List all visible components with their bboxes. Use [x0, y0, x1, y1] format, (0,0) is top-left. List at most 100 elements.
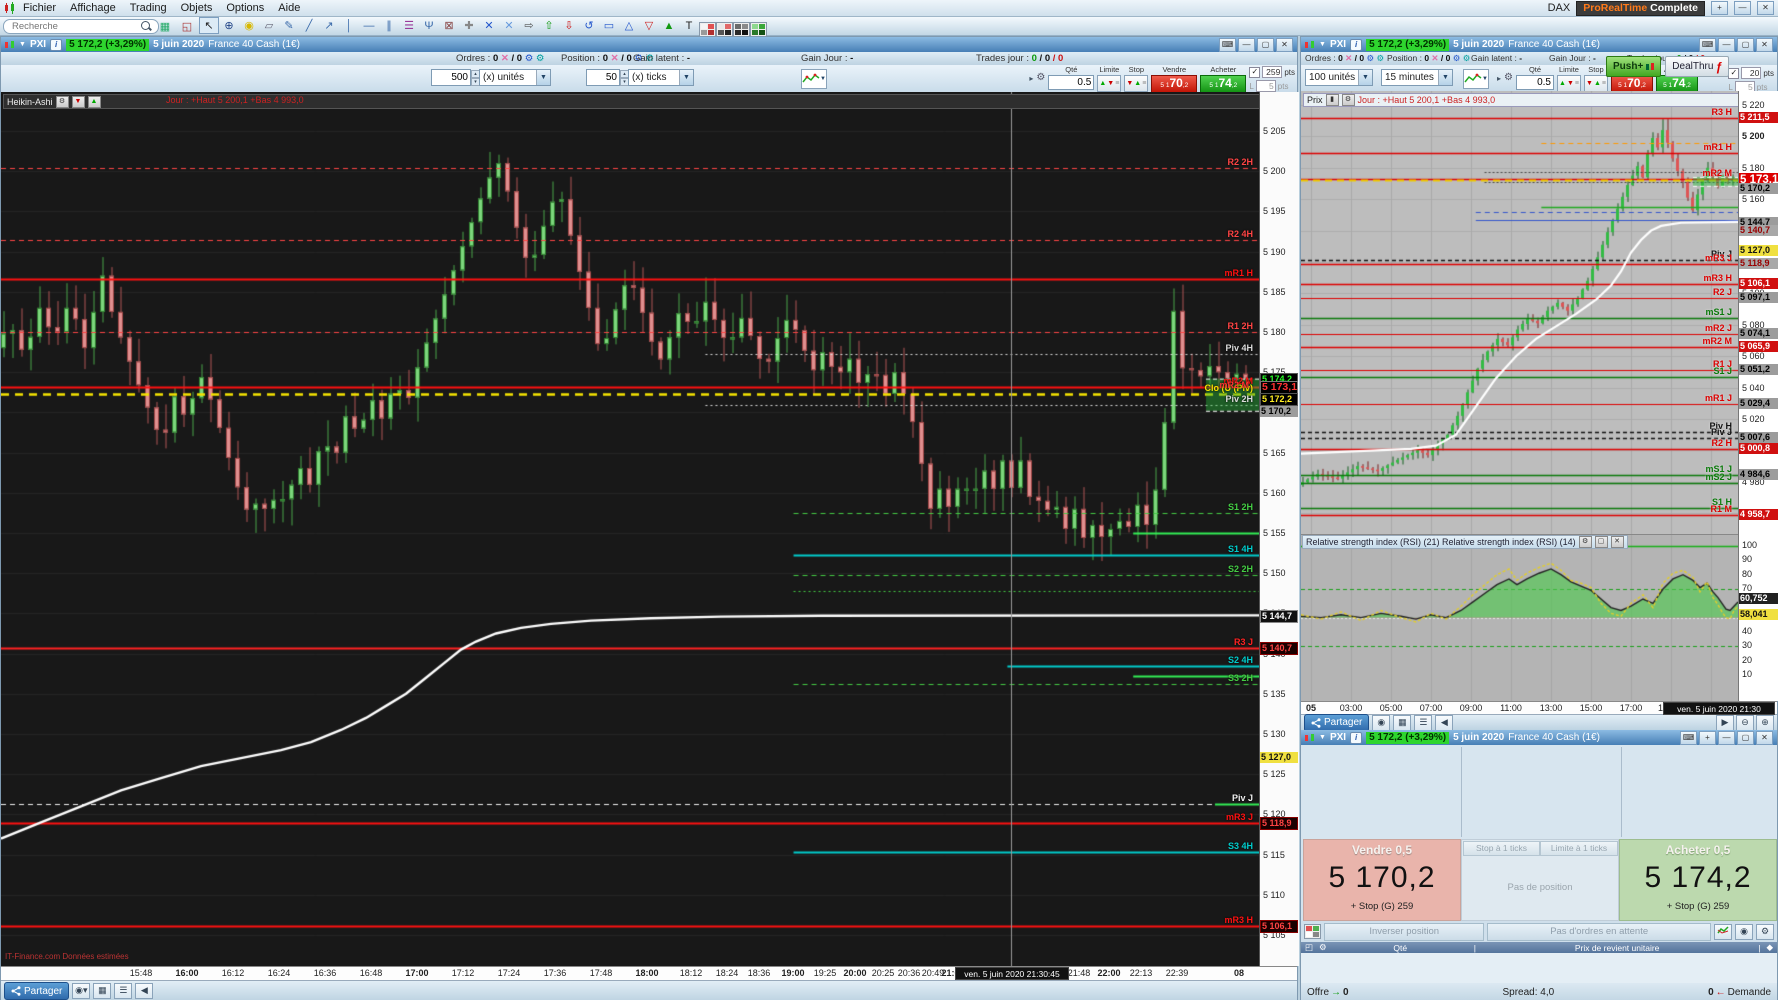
- quantity-input[interactable]: [1515, 75, 1554, 90]
- info-icon[interactable]: i: [50, 38, 63, 51]
- close-icon[interactable]: ✕: [1756, 37, 1773, 52]
- close-icon[interactable]: ✕: [1757, 1, 1774, 15]
- menu-affichage[interactable]: Affichage: [70, 2, 116, 14]
- maximize-icon[interactable]: ▢: [1737, 730, 1754, 745]
- timeframe-select[interactable]: 15 minutes ▼: [1381, 69, 1453, 86]
- limit-points-input[interactable]: 5: [1255, 80, 1276, 92]
- tool-wedge-down-icon[interactable]: ▽: [639, 17, 659, 34]
- tool-cross-blue-icon[interactable]: ✕: [479, 17, 499, 34]
- limit-order-button[interactable]: ▲ ▼ ≡: [1556, 75, 1581, 92]
- scroll-left-icon[interactable]: ◀: [1435, 714, 1454, 731]
- share-button[interactable]: Partager: [4, 982, 70, 1000]
- tool-lasso-icon[interactable]: ↺: [579, 17, 599, 34]
- units-mode-select[interactable]: (x) unités ▼: [479, 69, 551, 86]
- grid-style-icon[interactable]: [1304, 924, 1321, 939]
- tool-segment-icon[interactable]: ╱: [299, 17, 319, 34]
- wrench-icon[interactable]: ⚙: [1578, 536, 1592, 548]
- tool-style-3-icon[interactable]: [733, 21, 750, 37]
- order-window-titlebar[interactable]: ▼ PXI i 5 172,2 (+3,29%) 5 juin 2020 Fra…: [1301, 730, 1777, 745]
- tool-style-2-icon[interactable]: [716, 21, 733, 37]
- units-select[interactable]: 100 unités ▼: [1305, 69, 1373, 86]
- left-window-titlebar[interactable]: ▼ PXI i 5 172,2 (+3,29%) 5 juin 2020 Fra…: [1, 37, 1297, 52]
- info-icon[interactable]: i: [1350, 38, 1363, 51]
- tool-text-icon[interactable]: T: [679, 17, 699, 34]
- chevron-down-icon[interactable]: ▼: [536, 70, 550, 85]
- collapse-icon[interactable]: ▸: [1497, 74, 1501, 83]
- collapse-icon[interactable]: ▸: [1029, 74, 1033, 83]
- pin-icon[interactable]: +: [1699, 730, 1716, 745]
- search-input[interactable]: [3, 18, 159, 34]
- qr-code-icon[interactable]: ▦: [93, 983, 112, 999]
- column-cost-price[interactable]: Prix de revient unitaire: [1482, 943, 1752, 953]
- chart-icon[interactable]: [1714, 923, 1732, 940]
- limit-1tick-button[interactable]: Limite à 1 ticks: [1540, 841, 1618, 856]
- keyboard-icon[interactable]: ⌨: [1219, 37, 1236, 52]
- tool-style-1-icon[interactable]: [699, 21, 716, 37]
- stop-points-input[interactable]: 20: [1741, 67, 1762, 79]
- left-time-axis[interactable]: ven. 5 juin 2020 21:30:45 15:48 16:00 16:1…: [1, 966, 1297, 981]
- scroll-left-icon[interactable]: ◀: [135, 983, 154, 999]
- workspace-tab-dax[interactable]: DAX: [1548, 2, 1571, 14]
- tool-vertical-line-icon[interactable]: │: [339, 17, 359, 34]
- search-icon[interactable]: [139, 19, 153, 33]
- qr-code-icon[interactable]: ▦: [1393, 714, 1412, 731]
- scroll-right-icon[interactable]: ▶: [1716, 714, 1734, 731]
- close-icon[interactable]: ✕: [1610, 536, 1624, 548]
- dealthru-button[interactable]: DealThru ƒ: [1665, 56, 1730, 77]
- chart-settings-button[interactable]: ▼: [1463, 69, 1489, 89]
- stop-checkbox[interactable]: ✓: [1249, 66, 1261, 78]
- close-icon[interactable]: ✕: [1756, 730, 1773, 745]
- rsi-header[interactable]: Relative strength index (RSI) (21) Relat…: [1302, 535, 1628, 549]
- push-notifications-button[interactable]: Push+: [1606, 56, 1662, 77]
- share-button[interactable]: Partager: [1304, 713, 1370, 732]
- tool-delete-icon[interactable]: ⊠: [439, 17, 459, 34]
- big-sell-button[interactable]: Vendre 0,5 5 170,2 + Stop (G) 259: [1303, 839, 1461, 921]
- reverse-position-button[interactable]: Inverser position: [1324, 922, 1485, 941]
- wrench-icon[interactable]: ⚙: [1319, 942, 1327, 953]
- stop-checkbox[interactable]: ✓: [1728, 67, 1740, 79]
- pending-orders-button[interactable]: Pas d'ordres en attente: [1487, 922, 1711, 941]
- tool-arrow-right-icon[interactable]: ⇨: [519, 17, 539, 34]
- tool-arrow-up-icon[interactable]: ⇧: [539, 17, 559, 34]
- tool-arrow-down-icon[interactable]: ⇩: [559, 17, 579, 34]
- maximize-icon[interactable]: ▢: [1737, 37, 1754, 52]
- maximize-icon[interactable]: ▢: [1257, 37, 1274, 52]
- menu-aide[interactable]: Aide: [278, 2, 300, 14]
- column-qty[interactable]: Qté: [1333, 943, 1468, 953]
- zoom-out-icon[interactable]: ⊖: [1736, 714, 1754, 731]
- chevron-down-icon[interactable]: ▼: [679, 70, 693, 85]
- left-price-axis[interactable]: 5 2055 2005 1955 1905 1855 1805 1755 170…: [1259, 92, 1299, 966]
- wrench-icon[interactable]: ⚙: [1036, 72, 1045, 83]
- minimize-icon[interactable]: —: [1718, 730, 1735, 745]
- tool-triangle-icon[interactable]: △: [619, 17, 639, 34]
- stop-order-button[interactable]: ▼ ▲ ≡: [1124, 75, 1149, 92]
- right-window-titlebar[interactable]: ▼ PXI i 5 172,2 (+3,29%) 5 juin 2020 Fra…: [1301, 37, 1777, 52]
- tool-fibonacci-icon[interactable]: ☰: [399, 17, 419, 34]
- sell-button[interactable]: 5 1 70,2: [1151, 75, 1198, 93]
- ticks-mode-select[interactable]: (x) ticks ▼: [628, 69, 694, 86]
- contacts-icon[interactable]: ◉: [1735, 923, 1753, 940]
- close-icon[interactable]: ✕: [1276, 37, 1293, 52]
- tool-ruler-icon[interactable]: ▱: [259, 17, 279, 34]
- left-chart-area[interactable]: [1, 92, 1259, 966]
- tool-wedge-up-icon[interactable]: ▲: [659, 17, 679, 34]
- right-price-axis[interactable]: 5 2205 2005 1805 1605 1405 1205 1005 080…: [1738, 91, 1778, 534]
- menu-options[interactable]: Options: [226, 2, 264, 14]
- tool-cross-light-icon[interactable]: ✕: [499, 17, 519, 34]
- tool-zoom-icon[interactable]: ⊕: [219, 17, 239, 34]
- menu-objets[interactable]: Objets: [181, 2, 213, 14]
- right-chart-canvas[interactable]: [1301, 91, 1738, 534]
- menu-fichier[interactable]: Fichier: [23, 2, 56, 14]
- limit-order-button[interactable]: ▲ ▼ ≡: [1097, 75, 1122, 92]
- wrench-icon[interactable]: ⚙: [1756, 923, 1774, 940]
- contacts-icon[interactable]: ◉: [1372, 714, 1391, 731]
- tool-horizontal-line-icon[interactable]: ―: [359, 17, 379, 34]
- rsi-pane[interactable]: [1301, 534, 1738, 702]
- tool-cursor-icon[interactable]: ↖: [199, 16, 219, 34]
- tool-channel-icon[interactable]: ∥: [379, 17, 399, 34]
- pin-icon[interactable]: +: [1711, 1, 1728, 15]
- tool-semi-line-icon[interactable]: ↗: [319, 17, 339, 34]
- quantity-input[interactable]: [1048, 75, 1095, 90]
- menu-trading[interactable]: Trading: [130, 2, 167, 14]
- right-time-axis[interactable]: ven. 5 juin 2020 21:30 05 03:00 05:00 07:00…: [1301, 701, 1777, 715]
